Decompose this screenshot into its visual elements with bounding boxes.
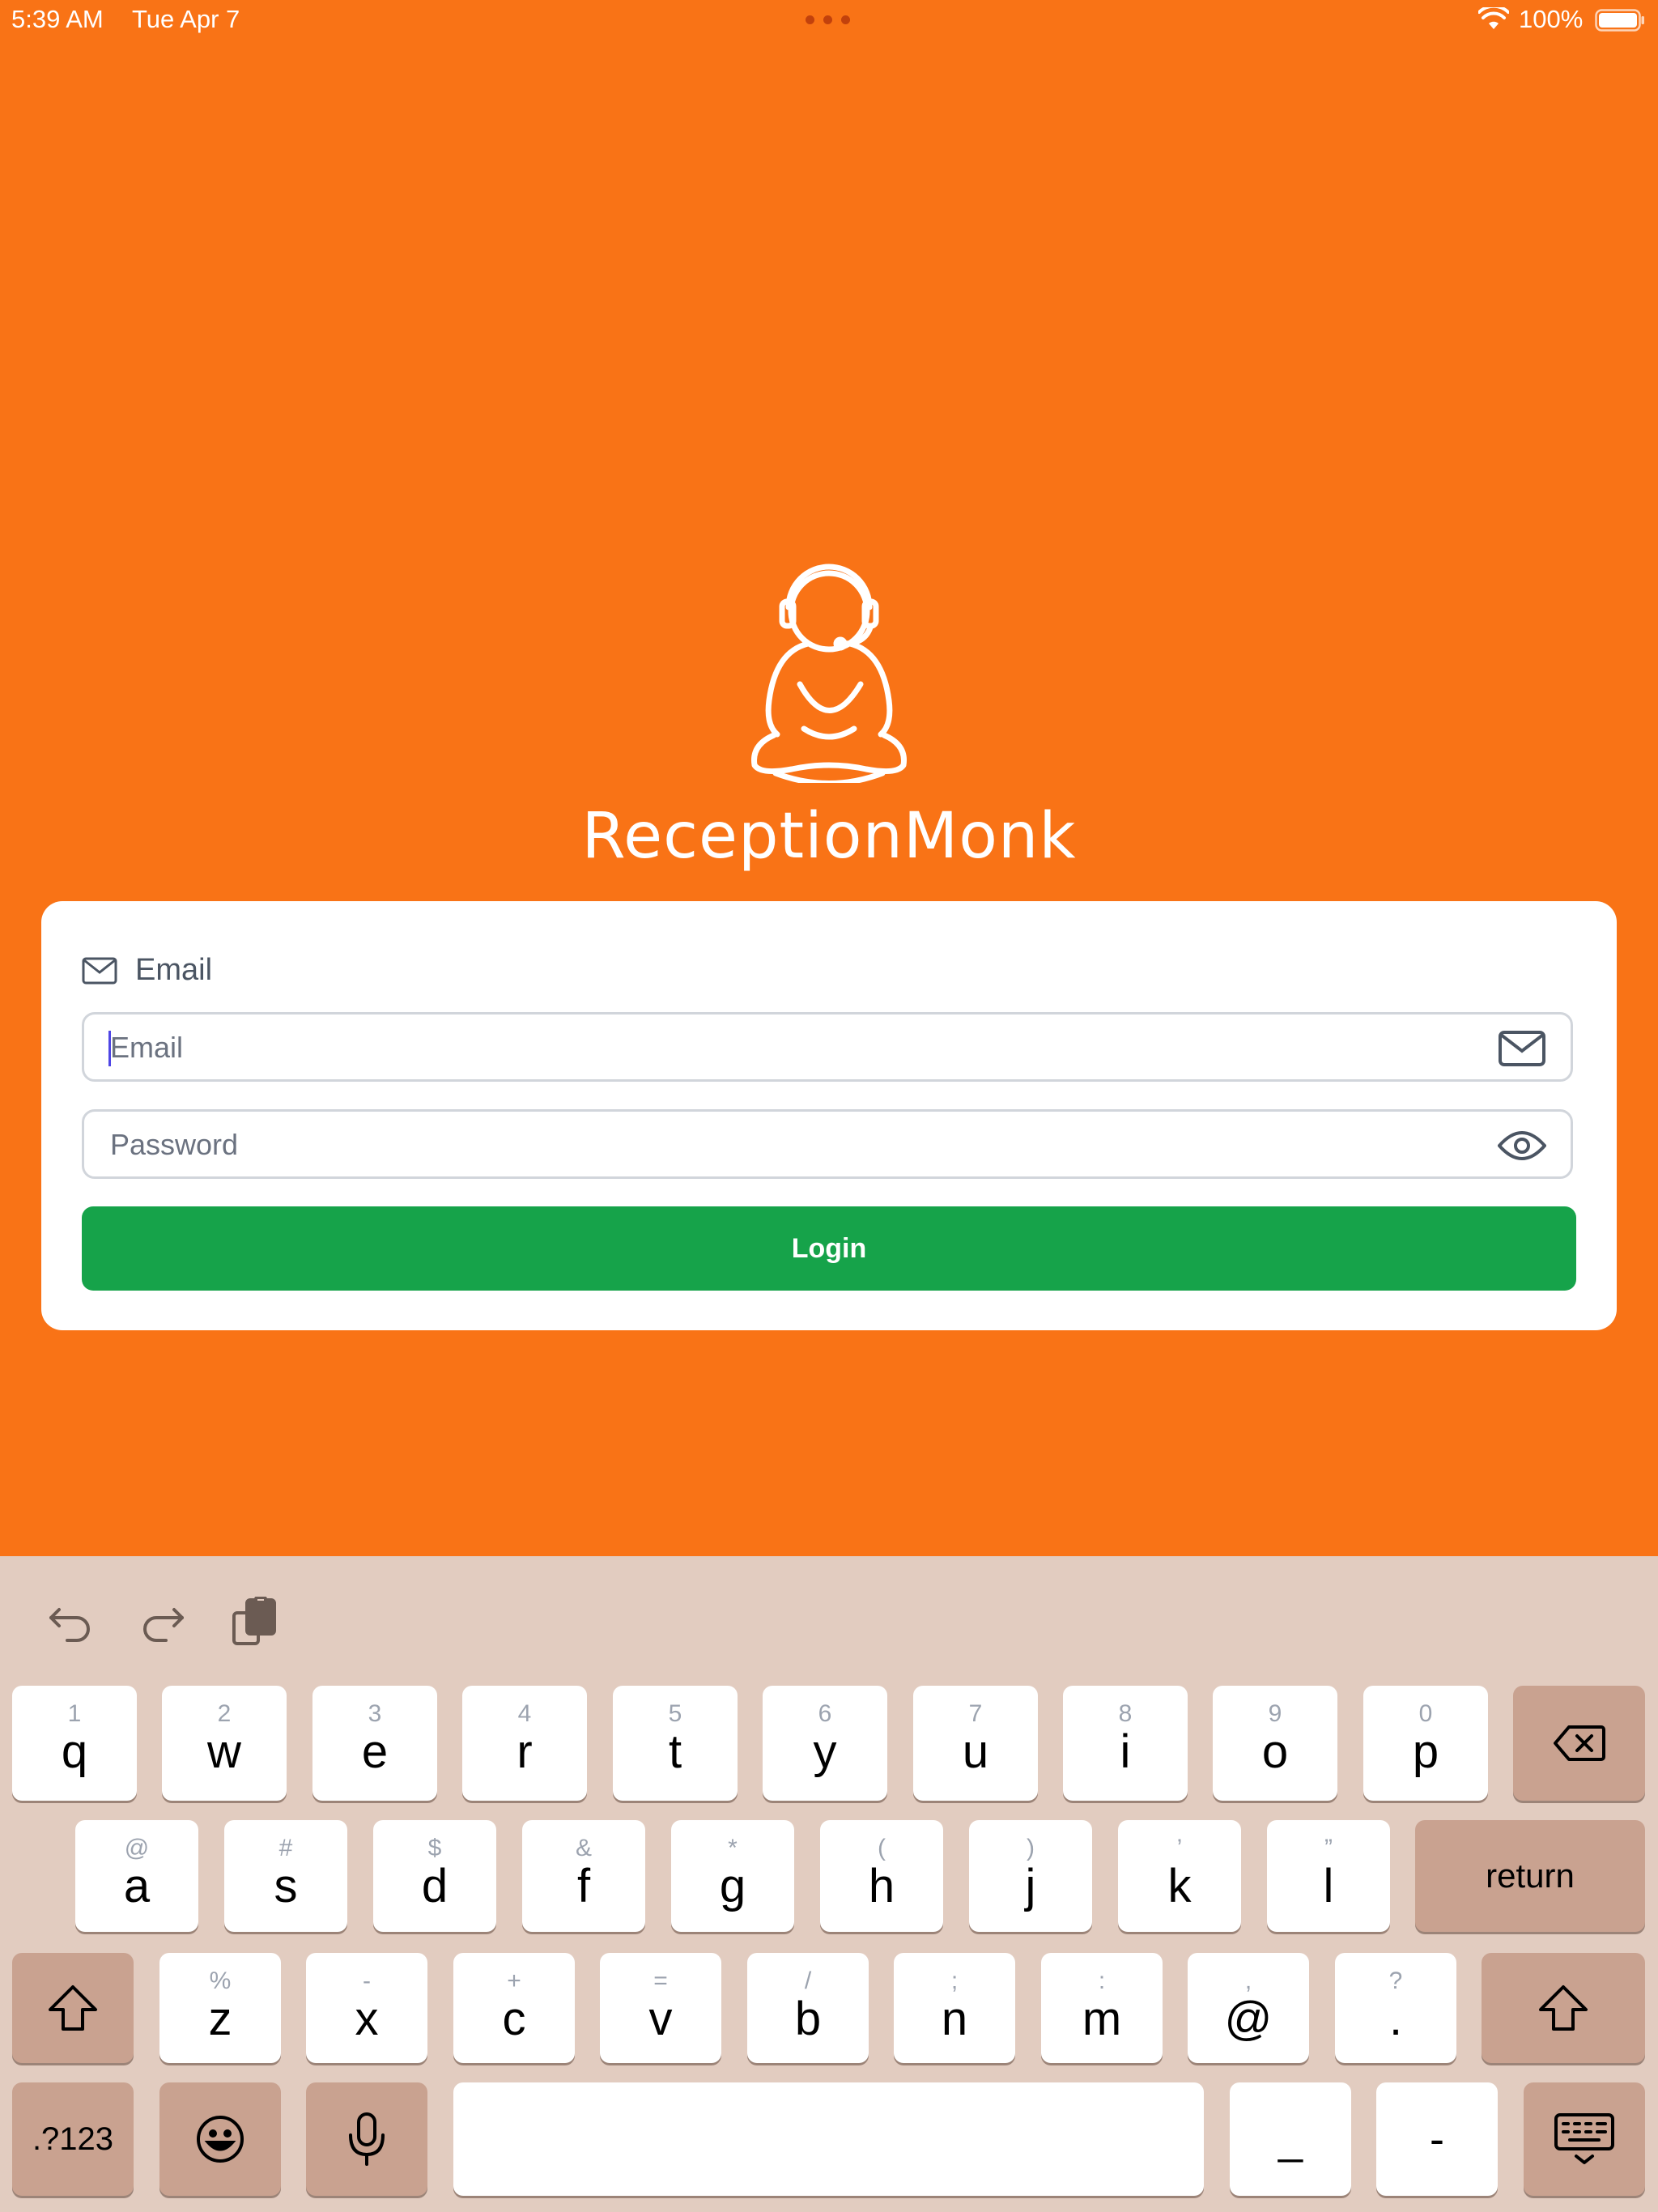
key-v[interactable]: = v	[600, 1953, 721, 2063]
eye-icon[interactable]	[1498, 1126, 1546, 1165]
key-d[interactable]: $ d	[373, 1820, 496, 1932]
dismiss-keyboard-key[interactable]	[1524, 2082, 1645, 2196]
shift-left-key[interactable]	[12, 1953, 134, 2063]
key-g[interactable]: * g	[671, 1820, 794, 1932]
underscore-key[interactable]: _	[1230, 2082, 1351, 2196]
mail-icon	[1499, 1031, 1545, 1066]
multitasking-dots-icon[interactable]	[806, 15, 851, 25]
redo-icon[interactable]	[138, 1597, 187, 1645]
email-field[interactable]	[82, 1012, 1573, 1082]
dash-key[interactable]: -	[1376, 2082, 1498, 2196]
login-button[interactable]: Login	[82, 1206, 1576, 1291]
key-o[interactable]: 9o	[1213, 1686, 1337, 1801]
microphone-key[interactable]	[306, 2082, 427, 2196]
key-p[interactable]: 0p	[1363, 1686, 1488, 1801]
key-at[interactable]: , @	[1188, 1953, 1309, 2063]
key-e[interactable]: 3e	[312, 1686, 437, 1801]
backspace-icon	[1553, 1725, 1605, 1761]
on-screen-keyboard: 1q 2w 3e 4r 5t 6y 7u 8i 9o 0p @ a # s $ d &…	[0, 1556, 1658, 2212]
text-cursor	[108, 1031, 111, 1066]
key-j[interactable]: ) j	[969, 1820, 1092, 1932]
wifi-icon	[1478, 7, 1509, 29]
key-q[interactable]: 1q	[12, 1686, 137, 1801]
key-h[interactable]: (h	[820, 1820, 943, 1932]
key-a[interactable]: @ a	[75, 1820, 198, 1932]
key-l[interactable]: ” l	[1267, 1820, 1390, 1932]
password-field[interactable]	[82, 1109, 1573, 1179]
key-r[interactable]: 4r	[462, 1686, 587, 1801]
key-i[interactable]: 8i	[1063, 1686, 1188, 1801]
space-key[interactable]	[453, 2082, 1204, 2196]
battery-icon	[1595, 9, 1644, 32]
monk-logo-icon	[751, 564, 907, 783]
emoji-key[interactable]	[159, 2082, 281, 2196]
key-period[interactable]: ?.	[1335, 1953, 1456, 2063]
status-date: Tue Apr 7	[132, 5, 240, 33]
key-u[interactable]: 7u	[913, 1686, 1038, 1801]
key-n[interactable]: ; n	[894, 1953, 1015, 2063]
undo-icon[interactable]	[46, 1597, 95, 1645]
return-key[interactable]: return	[1415, 1820, 1645, 1932]
shift-right-key[interactable]	[1482, 1953, 1645, 2063]
key-m[interactable]: :m	[1041, 1953, 1163, 2063]
key-y[interactable]: 6y	[763, 1686, 887, 1801]
key-w[interactable]: 2w	[162, 1686, 287, 1801]
clipboard-icon[interactable]	[231, 1597, 279, 1645]
emoji-icon	[197, 2116, 244, 2163]
status-bar: 5:39 AM Tue Apr 7 100%	[0, 0, 1658, 40]
app-name: ReceptionMonk	[581, 800, 1077, 873]
microphone-icon	[349, 2112, 385, 2166]
mail-icon	[82, 957, 117, 985]
key-c[interactable]: + c	[453, 1953, 575, 2063]
numbers-key[interactable]: .?123	[12, 2082, 134, 2196]
email-input[interactable]	[108, 1026, 1488, 1070]
key-f[interactable]: & f	[522, 1820, 645, 1932]
backspace-key[interactable]	[1513, 1686, 1645, 1801]
key-s[interactable]: # s	[224, 1820, 347, 1932]
battery-percent: 100%	[1519, 5, 1584, 33]
keyboard-dismiss-icon	[1554, 2113, 1614, 2164]
shift-icon	[1539, 1985, 1588, 2031]
login-method-label: Email	[135, 953, 213, 987]
key-b[interactable]: / b	[747, 1953, 869, 2063]
password-input[interactable]	[108, 1123, 1488, 1167]
login-card: Email Login	[41, 901, 1617, 1330]
key-z[interactable]: % z	[159, 1953, 281, 2063]
key-x[interactable]: -x	[306, 1953, 427, 2063]
key-t[interactable]: 5t	[613, 1686, 738, 1801]
shift-icon	[49, 1985, 97, 2031]
status-time: 5:39 AM	[11, 5, 104, 33]
key-k[interactable]: ’ k	[1118, 1820, 1241, 1932]
